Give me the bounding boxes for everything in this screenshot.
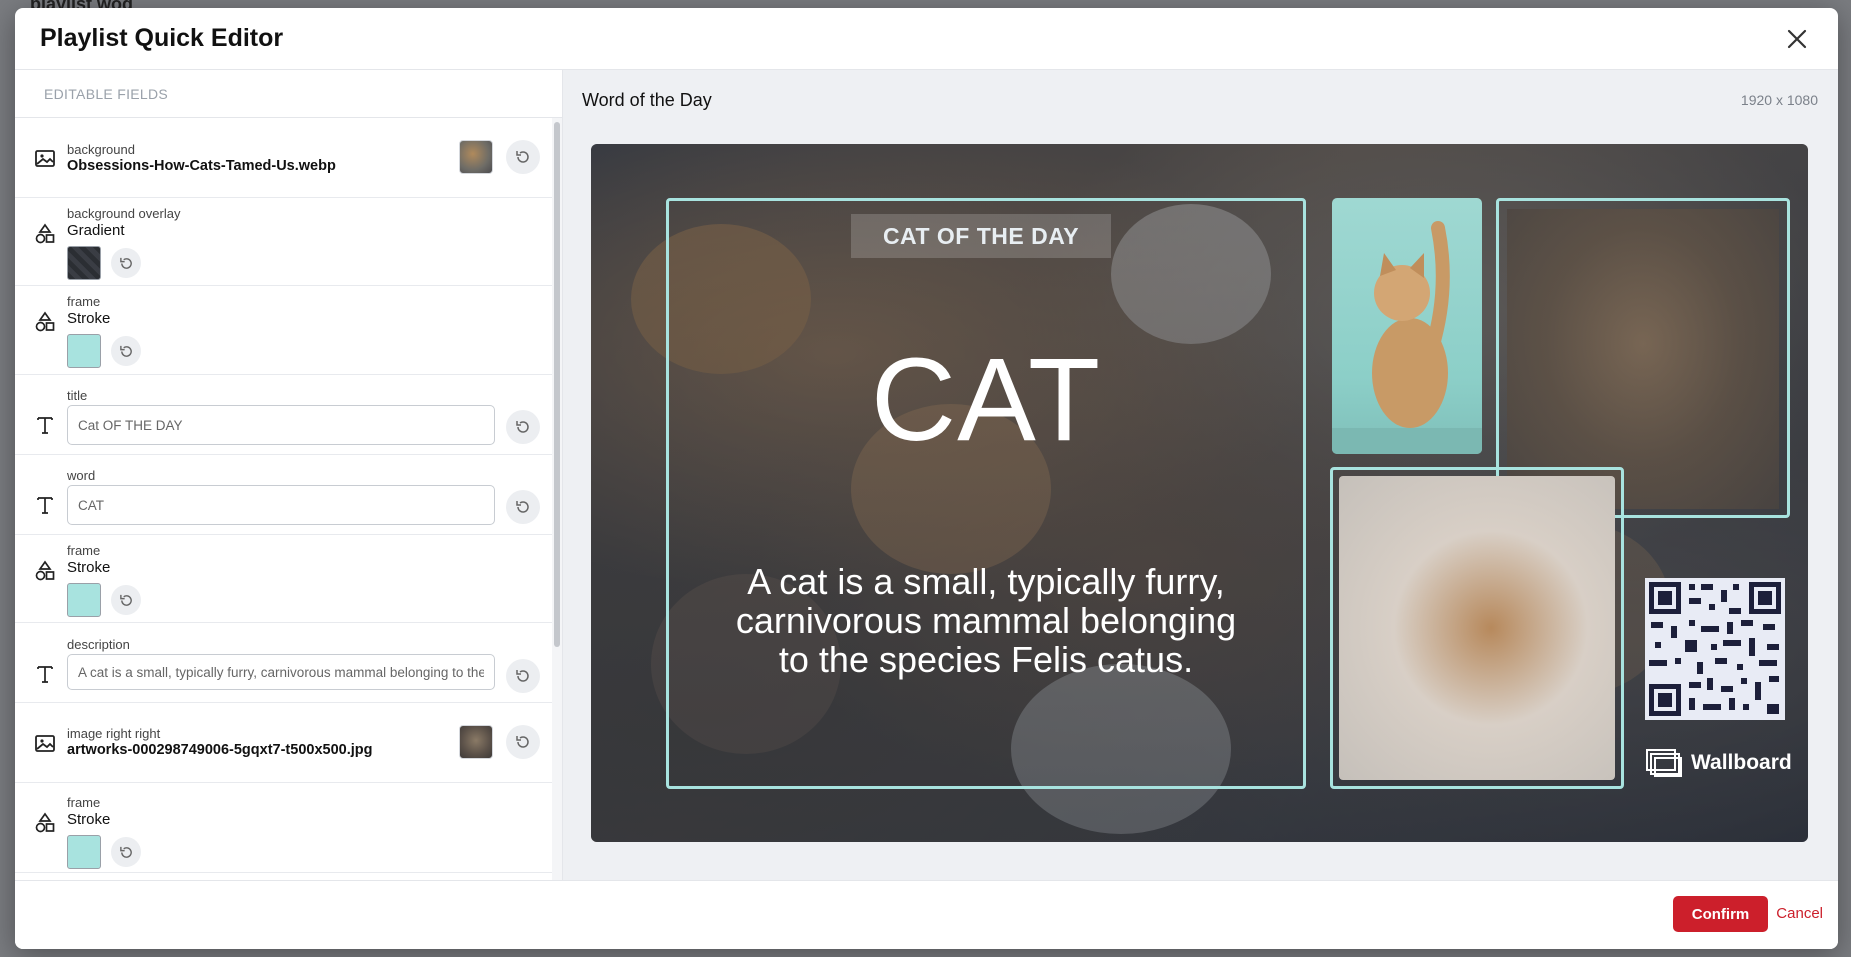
title-input[interactable] xyxy=(67,405,495,445)
word-input[interactable] xyxy=(67,485,495,525)
field-label: frame xyxy=(67,543,101,558)
field-value: Stroke xyxy=(67,310,111,327)
reset-image-right-button[interactable] xyxy=(506,725,540,759)
image-bottom xyxy=(1339,476,1615,780)
modal-title: Playlist Quick Editor xyxy=(40,24,284,52)
reset-frame-button[interactable] xyxy=(111,585,141,615)
field-description: description xyxy=(15,623,553,703)
frame-color-swatch[interactable] xyxy=(67,835,101,869)
wallboard-brand-text: Wallboard xyxy=(1691,751,1792,774)
editable-fields-panel: EDITABLE FIELDS background Obsessions-Ho… xyxy=(15,70,563,880)
field-value: Stroke xyxy=(67,559,111,576)
reset-word-button[interactable] xyxy=(506,490,540,524)
field-background-overlay: background overlay Gradient xyxy=(15,198,553,286)
image-bottom-frame xyxy=(1330,467,1624,789)
image-right-thumbnail[interactable] xyxy=(459,725,493,759)
qr-code-graphic xyxy=(1645,578,1785,720)
field-label: word xyxy=(67,468,96,483)
description-input[interactable] xyxy=(67,654,495,690)
main-frame xyxy=(666,198,1306,789)
reset-frame-button[interactable] xyxy=(111,336,141,366)
field-title: title xyxy=(15,375,553,455)
qr-code xyxy=(1645,578,1785,720)
preview-panel: Word of the Day 1920 x 1080 CAT OF THE D… xyxy=(563,70,1838,880)
cancel-button[interactable]: Cancel xyxy=(1776,896,1823,932)
image-kitten-top xyxy=(1332,198,1482,454)
reset-icon xyxy=(516,736,529,748)
editable-fields-heading: EDITABLE FIELDS xyxy=(15,70,562,118)
modal-footer: Confirm Cancel xyxy=(15,880,1838,949)
background-thumbnail[interactable] xyxy=(459,140,493,174)
text-icon xyxy=(37,666,53,683)
shapes-icon xyxy=(35,560,55,581)
field-frame-1: frame Stroke xyxy=(15,286,553,375)
field-label: frame xyxy=(67,795,101,810)
playlist-quick-editor-modal: Playlist Quick Editor EDITABLE FIELDS ba… xyxy=(15,8,1838,949)
modal-header: Playlist Quick Editor xyxy=(15,8,1838,70)
field-label: background overlay xyxy=(67,206,181,221)
slide-title: CAT OF THE DAY xyxy=(882,222,1080,249)
image-icon xyxy=(35,735,55,752)
shapes-icon xyxy=(35,311,55,332)
confirm-button[interactable]: Confirm xyxy=(1673,896,1768,932)
image-right-right xyxy=(1507,209,1779,509)
field-label: frame xyxy=(67,294,101,309)
reset-icon xyxy=(119,594,132,606)
field-word: word xyxy=(15,455,553,535)
reset-background-button[interactable] xyxy=(506,140,540,174)
field-value: Gradient xyxy=(67,222,125,239)
slide-word: CAT xyxy=(870,334,1102,466)
field-frame-2: frame Stroke xyxy=(15,535,553,623)
wallboard-logo-icon xyxy=(1646,749,1682,777)
reset-icon xyxy=(516,421,529,433)
fields-scrollbar-thumb[interactable] xyxy=(554,122,560,647)
shapes-icon xyxy=(35,812,55,833)
reset-icon xyxy=(516,501,529,513)
field-value: Stroke xyxy=(67,811,111,828)
reset-icon xyxy=(119,257,132,269)
close-icon xyxy=(1787,29,1807,49)
reset-icon xyxy=(516,151,529,163)
close-button[interactable] xyxy=(1784,26,1810,52)
editable-fields-list[interactable]: background Obsessions-How-Cats-Tamed-Us.… xyxy=(15,118,553,880)
shapes-icon xyxy=(35,223,55,244)
image-icon xyxy=(35,150,55,167)
slide-preview-canvas: CAT OF THE DAY CAT A cat is a small, typ… xyxy=(591,144,1808,842)
slide-title-box: CAT OF THE DAY xyxy=(851,214,1111,258)
kitten-illustration xyxy=(1332,221,1482,454)
reset-icon xyxy=(119,345,132,357)
field-image-right-right: image right right artworks-000298749006-… xyxy=(15,703,553,783)
text-icon xyxy=(37,497,53,514)
slide-description: A cat is a small, typically furry, carni… xyxy=(735,561,1237,680)
reset-icon xyxy=(119,846,132,858)
frame-color-swatch[interactable] xyxy=(67,583,101,617)
reset-overlay-button[interactable] xyxy=(111,248,141,278)
field-label: description xyxy=(67,637,130,652)
frame-color-swatch[interactable] xyxy=(67,334,101,368)
reset-description-button[interactable] xyxy=(506,659,540,693)
reset-frame-button[interactable] xyxy=(111,837,141,867)
preview-title: Word of the Day xyxy=(582,90,712,110)
field-label: title xyxy=(67,388,88,403)
reset-icon xyxy=(516,670,529,682)
overlay-color-swatch[interactable] xyxy=(67,246,101,280)
text-icon xyxy=(37,417,53,434)
field-frame-3: frame Stroke xyxy=(15,783,553,873)
reset-title-button[interactable] xyxy=(506,410,540,444)
wallboard-brand: Wallboard xyxy=(1645,748,1792,778)
field-background: background Obsessions-How-Cats-Tamed-Us.… xyxy=(15,118,553,198)
preview-dimensions: 1920 x 1080 xyxy=(1740,92,1818,108)
